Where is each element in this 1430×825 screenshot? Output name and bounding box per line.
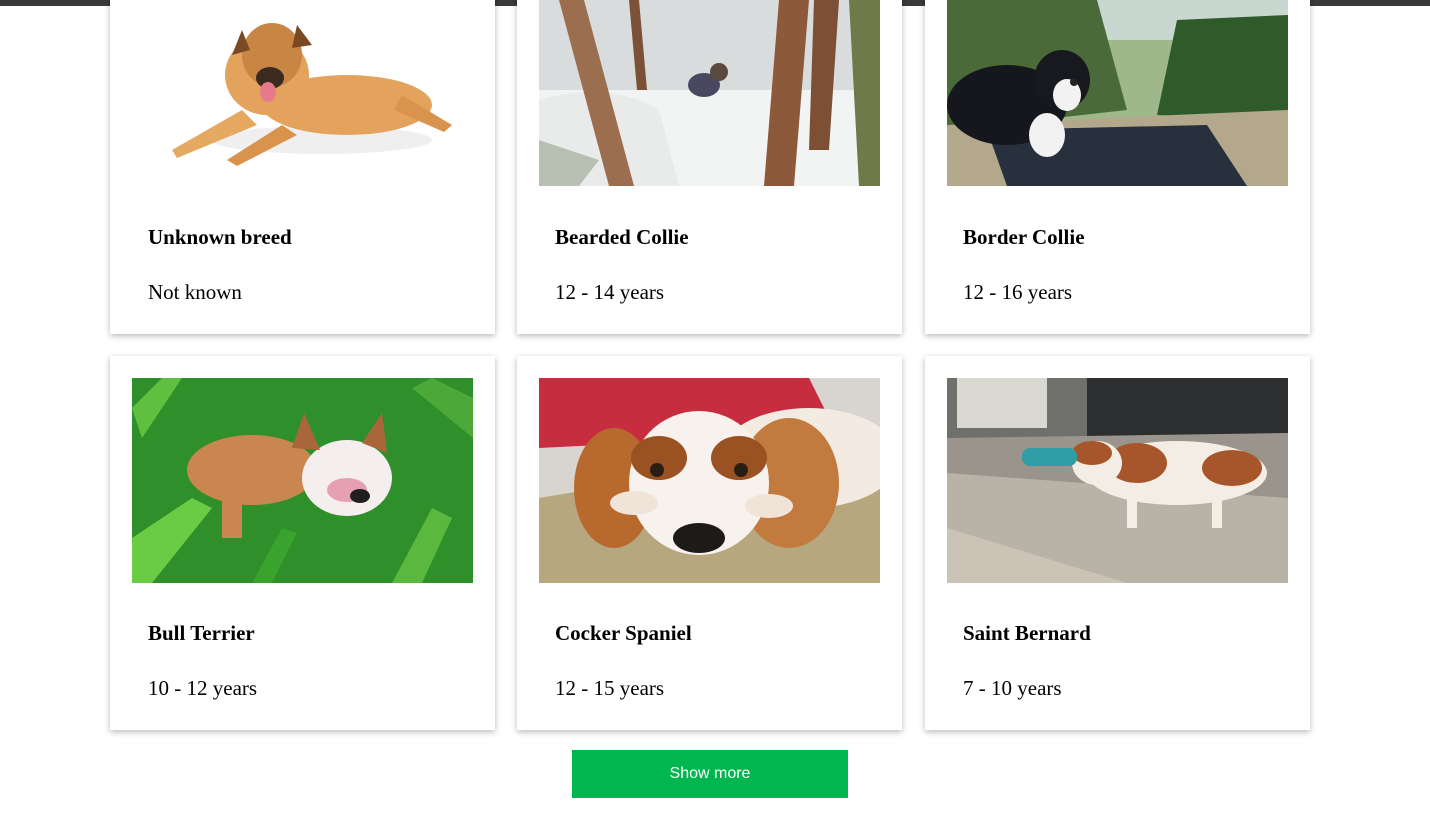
- dog-photo: [539, 0, 880, 186]
- dog-photo: [539, 378, 880, 583]
- breed-name: Border Collie: [963, 225, 1085, 249]
- breed-name: Unknown breed: [148, 225, 292, 249]
- breed-name: Cocker Spaniel: [555, 621, 692, 645]
- breed-card[interactable]: Saint Bernard 7 - 10 years: [925, 356, 1310, 730]
- breed-name: Saint Bernard: [963, 621, 1091, 645]
- life-span: 10 - 12 years: [148, 676, 258, 700]
- dog-photo: [132, 378, 473, 583]
- breed-card[interactable]: Bull Terrier 10 - 12 years: [110, 356, 495, 730]
- life-span: 12 - 15 years: [555, 676, 665, 700]
- dog-photo: [947, 378, 1288, 583]
- breed-card[interactable]: Border Collie 12 - 16 years: [925, 0, 1310, 334]
- life-span: 7 - 10 years: [963, 676, 1062, 700]
- life-span: 12 - 14 years: [555, 280, 665, 304]
- breed-card[interactable]: Bearded Collie 12 - 14 years: [517, 0, 902, 334]
- life-span: 12 - 16 years: [963, 280, 1073, 304]
- dog-photo: [947, 0, 1288, 186]
- dog-photo: [132, 0, 473, 186]
- breed-card[interactable]: Cocker Spaniel 12 - 15 years: [517, 356, 902, 730]
- breed-name: Bearded Collie: [555, 225, 689, 249]
- life-span: Not known: [148, 280, 242, 304]
- breed-name: Bull Terrier: [148, 621, 255, 645]
- show-more-button[interactable]: Show more: [572, 750, 848, 798]
- breed-card[interactable]: Unknown breed Not known: [110, 0, 495, 334]
